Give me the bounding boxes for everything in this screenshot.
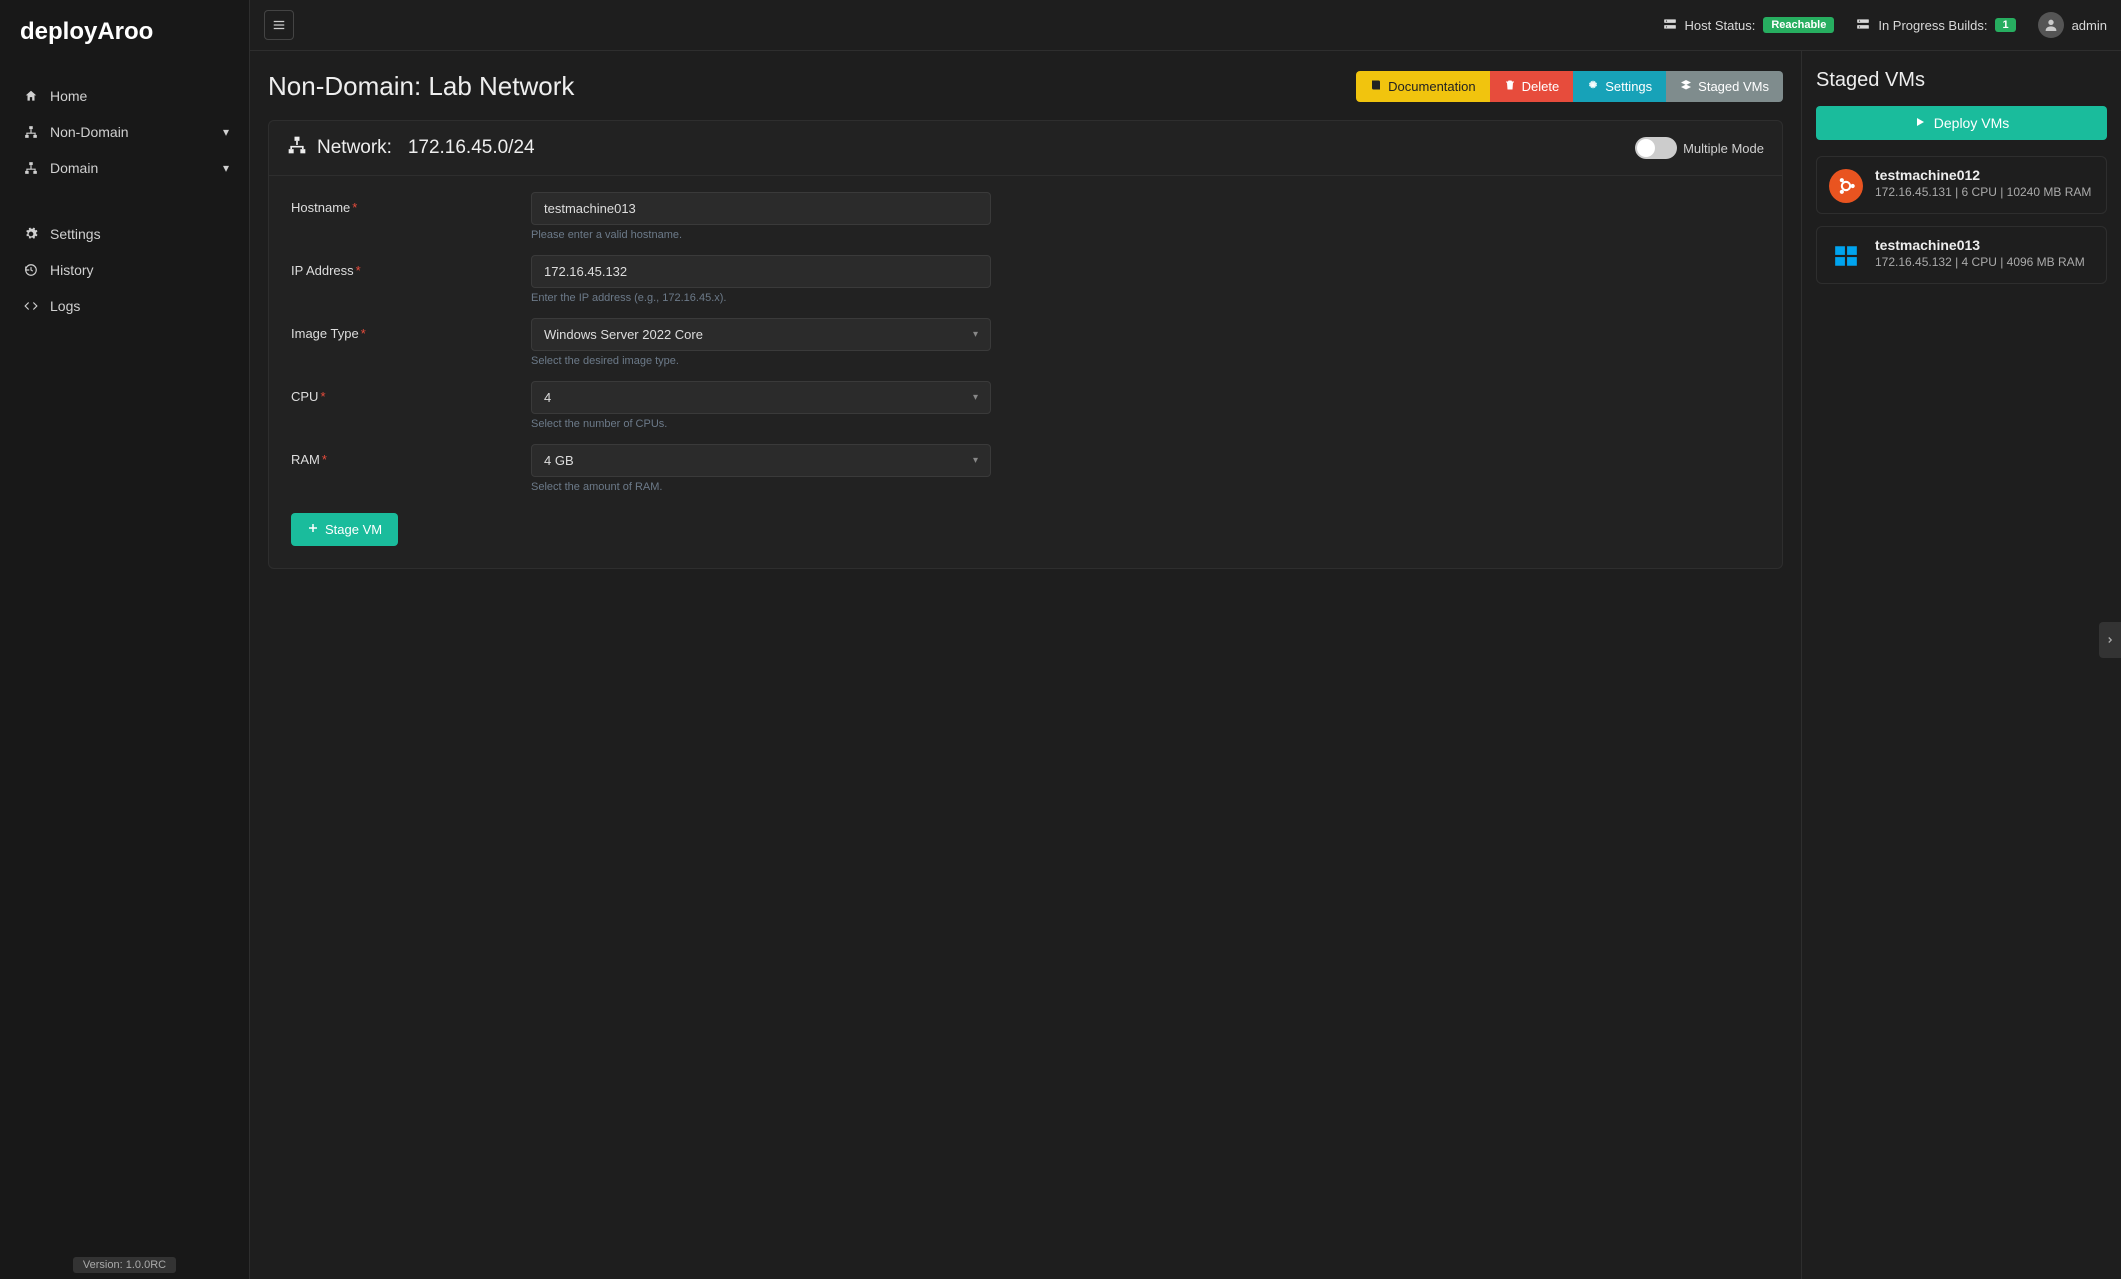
staged-vms-panel: Staged VMs Deploy VMs testmachine012 172…: [1801, 51, 2121, 1279]
user-menu[interactable]: admin: [2038, 12, 2107, 38]
version-text: Version: 1.0.0RC: [73, 1257, 176, 1273]
image-hint: Select the desired image type.: [531, 355, 991, 367]
delete-button[interactable]: Delete: [1490, 71, 1574, 102]
chevron-down-icon: ▾: [973, 455, 978, 466]
multiple-mode-label: Multiple Mode: [1683, 141, 1764, 156]
sidebar: deployAroo Home Non-Domain ▾ Domain: [0, 0, 250, 1279]
avatar-icon: [2038, 12, 2064, 38]
history-icon: [20, 263, 42, 277]
plus-icon: [307, 522, 319, 537]
ram-select[interactable]: 4 GB ▾: [531, 444, 991, 477]
layers-icon: [1680, 79, 1692, 94]
network-heading-prefix: Network:: [317, 137, 392, 158]
hostname-label: Hostname: [291, 200, 350, 215]
chevron-down-icon: ▾: [973, 392, 978, 403]
play-icon: [1914, 115, 1926, 131]
user-name: admin: [2072, 18, 2107, 33]
sidebar-item-domain[interactable]: Domain ▾: [0, 150, 249, 186]
cpu-select[interactable]: 4 ▾: [531, 381, 991, 414]
vm-name: testmachine012: [1875, 167, 2094, 183]
sidebar-item-home[interactable]: Home: [0, 78, 249, 114]
version-bar: Version: 1.0.0RC: [0, 1249, 249, 1279]
host-status-label: Host Status:: [1685, 18, 1756, 33]
home-icon: [20, 89, 42, 103]
multiple-mode-toggle[interactable]: [1635, 137, 1677, 159]
settings-button[interactable]: Settings: [1573, 71, 1666, 102]
hostname-input[interactable]: [531, 192, 991, 225]
sidebar-label: Logs: [50, 298, 80, 314]
ram-label: RAM: [291, 452, 320, 467]
vm-name: testmachine013: [1875, 237, 2094, 253]
ubuntu-icon: [1829, 169, 1863, 203]
gear-icon: [20, 227, 42, 241]
builds-group: In Progress Builds: 1: [1856, 17, 2015, 34]
deploy-vms-button[interactable]: Deploy VMs: [1816, 106, 2107, 140]
network-value: 172.16.45.0/24: [408, 137, 535, 158]
brand-logo: deployAroo: [0, 0, 249, 68]
sidebar-label: History: [50, 262, 94, 278]
sidebar-label: Non-Domain: [50, 124, 129, 140]
page-title: Non-Domain: Lab Network: [268, 71, 574, 102]
stage-vm-button[interactable]: Stage VM: [291, 513, 398, 546]
builds-label: In Progress Builds:: [1878, 18, 1987, 33]
sidebar-item-non-domain[interactable]: Non-Domain ▾: [0, 114, 249, 150]
image-label: Image Type: [291, 326, 359, 341]
sidebar-item-logs[interactable]: Logs: [0, 288, 249, 324]
topbar: Host Status: Reachable In Progress Build…: [250, 0, 2121, 51]
sidebar-label: Settings: [50, 226, 101, 242]
sitemap-icon: [20, 125, 42, 139]
cpu-label: CPU: [291, 389, 318, 404]
server-icon: [1663, 17, 1677, 34]
code-icon: [20, 299, 42, 313]
staged-vm-card[interactable]: testmachine013 172.16.45.132 | 4 CPU | 4…: [1816, 226, 2107, 284]
staged-vm-card[interactable]: testmachine012 172.16.45.131 | 6 CPU | 1…: [1816, 156, 2107, 214]
cpu-hint: Select the number of CPUs.: [531, 418, 991, 430]
server-icon: [1856, 17, 1870, 34]
network-icon: [287, 135, 307, 161]
sidebar-item-settings[interactable]: Settings: [0, 216, 249, 252]
ip-hint: Enter the IP address (e.g., 172.16.45.x)…: [531, 292, 991, 304]
sitemap-icon: [20, 161, 42, 175]
image-select[interactable]: Windows Server 2022 Core ▾: [531, 318, 991, 351]
staged-vms-button[interactable]: Staged VMs: [1666, 71, 1783, 102]
trash-icon: [1504, 79, 1516, 94]
menu-toggle-button[interactable]: [264, 10, 294, 40]
hostname-hint: Please enter a valid hostname.: [531, 229, 991, 241]
host-status-group: Host Status: Reachable: [1663, 17, 1835, 34]
page-actions: Documentation Delete Setti: [1356, 71, 1783, 102]
vm-meta: 172.16.45.132 | 4 CPU | 4096 MB RAM: [1875, 255, 2094, 269]
gear-icon: [1587, 79, 1599, 94]
book-icon: [1370, 79, 1382, 94]
ram-hint: Select the amount of RAM.: [531, 481, 991, 493]
collapse-panel-button[interactable]: [2099, 622, 2121, 658]
sidebar-label: Domain: [50, 160, 98, 176]
chevron-down-icon: ▾: [973, 329, 978, 340]
documentation-button[interactable]: Documentation: [1356, 71, 1489, 102]
chevron-down-icon: ▾: [223, 161, 229, 175]
ip-label: IP Address: [291, 263, 354, 278]
windows-icon: [1829, 239, 1863, 273]
host-status-badge: Reachable: [1763, 17, 1834, 33]
sidebar-label: Home: [50, 88, 87, 104]
builds-count-badge: 1: [1995, 18, 2015, 32]
network-card: Network: 172.16.45.0/24 Multiple Mode: [268, 120, 1783, 569]
staged-vms-title: Staged VMs: [1816, 69, 2107, 92]
chevron-down-icon: ▾: [223, 125, 229, 139]
ip-input[interactable]: [531, 255, 991, 288]
sidebar-item-history[interactable]: History: [0, 252, 249, 288]
sidebar-nav: Home Non-Domain ▾ Domain ▾: [0, 68, 249, 1249]
vm-meta: 172.16.45.131 | 6 CPU | 10240 MB RAM: [1875, 185, 2094, 199]
